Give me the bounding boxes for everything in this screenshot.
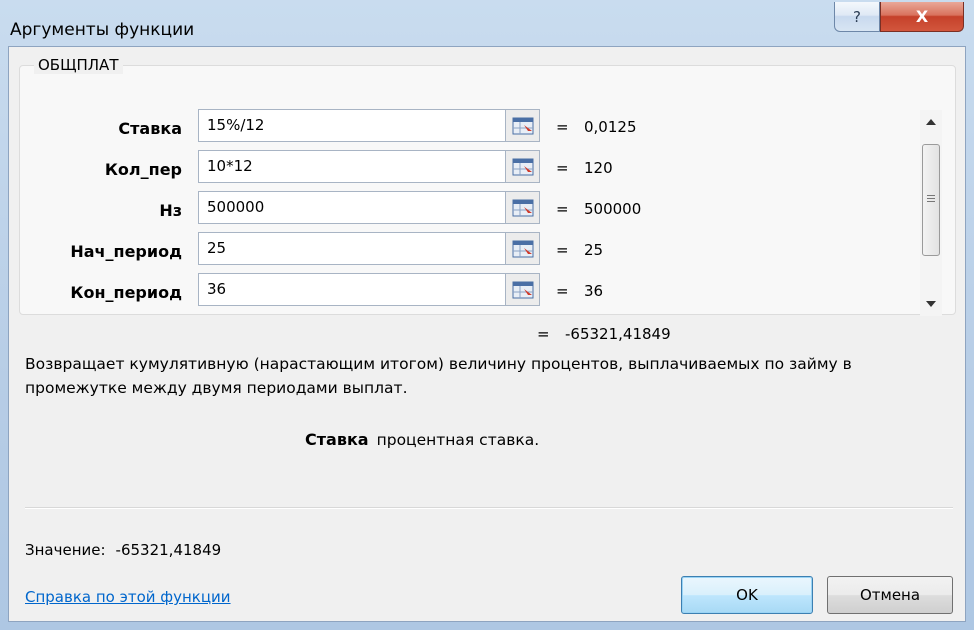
scroll-up-button[interactable] xyxy=(920,112,942,132)
scroll-down-button[interactable] xyxy=(920,294,942,314)
collapse-dialog-button-end-period[interactable] xyxy=(506,273,540,306)
scroll-thumb[interactable] xyxy=(922,144,940,256)
collapse-dialog-button-pv[interactable] xyxy=(506,191,540,224)
arg-input-start-period[interactable]: 25 xyxy=(198,232,506,265)
arg-label-pv: Нз xyxy=(159,201,182,220)
value-label: Значение: xyxy=(25,541,106,559)
arrow-up-icon xyxy=(926,119,936,125)
value-result: -65321,41849 xyxy=(115,541,222,559)
function-name: ОБЩПЛАТ xyxy=(34,56,123,74)
collapse-dialog-button-nper[interactable] xyxy=(506,150,540,183)
grip-line xyxy=(927,198,935,199)
arg-label-nper: Кол_пер xyxy=(104,160,182,179)
function-arguments-dialog: Аргументы функции ? X ОБЩПЛАТ Ставка 15%… xyxy=(0,0,974,630)
ok-button[interactable]: OK xyxy=(681,576,813,614)
dialog-title: Аргументы функции xyxy=(10,20,195,40)
argument-help-text: процентная ставка. xyxy=(376,431,540,449)
value-line: Значение: -65321,41849 xyxy=(25,541,221,559)
collapse-dialog-button-rate[interactable] xyxy=(506,109,540,142)
range-select-icon xyxy=(512,281,533,298)
help-title-button[interactable]: ? xyxy=(834,2,880,32)
arg-result-start-period: = 25 xyxy=(556,241,604,259)
close-button[interactable]: X xyxy=(880,2,964,32)
arg-input-nper[interactable]: 10*12 xyxy=(198,150,506,183)
arg-label-end-period: Кон_период xyxy=(70,283,182,302)
range-select-icon xyxy=(512,158,533,175)
arg-label-start-period: Нач_период xyxy=(70,242,182,261)
argument-help-name: Ставка xyxy=(305,430,369,449)
arg-result-pv: = 500000 xyxy=(556,200,642,218)
close-icon: X xyxy=(915,7,929,26)
dialog-body: ОБЩПЛАТ Ставка 15%/12 = 0,0125 Кол_пер 10… xyxy=(8,46,966,622)
formula-result: = -65321,41849 xyxy=(537,325,671,343)
arg-label-rate: Ставка xyxy=(118,119,182,138)
title-bar[interactable]: Аргументы функции ? X xyxy=(0,0,974,46)
arg-input-end-period[interactable]: 36 xyxy=(198,273,506,306)
function-description: Возвращает кумулятивную (нарастающим ито… xyxy=(25,355,852,397)
function-group: ОБЩПЛАТ Ставка 15%/12 = 0,0125 Кол_пер 10… xyxy=(19,56,956,316)
arguments-scrollbar[interactable] xyxy=(920,110,942,316)
arg-input-pv[interactable]: 500000 xyxy=(198,191,506,224)
grip-line xyxy=(927,195,935,196)
range-select-icon xyxy=(512,240,533,257)
argument-help: Ставка процентная ставка. xyxy=(305,430,539,449)
separator xyxy=(25,507,953,509)
grip-line xyxy=(927,201,935,202)
range-select-icon xyxy=(512,199,533,216)
collapse-dialog-button-start-period[interactable] xyxy=(506,232,540,265)
range-select-icon xyxy=(512,117,533,134)
cancel-button[interactable]: Отмена xyxy=(827,576,953,614)
arg-input-rate[interactable]: 15%/12 xyxy=(198,109,506,142)
arg-result-nper: = 120 xyxy=(556,159,613,177)
help-icon: ? xyxy=(853,7,861,26)
arg-result-rate: = 0,0125 xyxy=(556,118,637,136)
arg-result-end-period: = 36 xyxy=(556,282,604,300)
function-help-link[interactable]: Справка по этой функции xyxy=(25,588,231,606)
arrow-down-icon xyxy=(926,301,936,307)
